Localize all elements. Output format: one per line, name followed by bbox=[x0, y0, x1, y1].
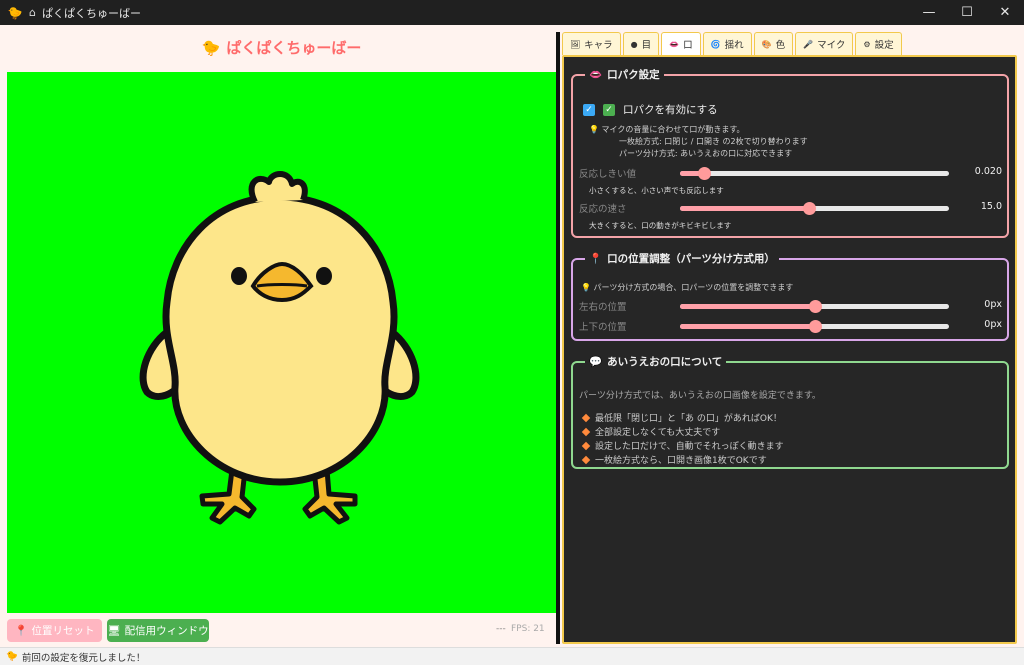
tab-sway[interactable]: 🌀 揺れ bbox=[702, 32, 752, 55]
status-bar: 🐤 前回の設定を復元しました！ bbox=[0, 647, 1024, 665]
stream-window-button[interactable]: 🖥 配信用ウィンドウ bbox=[107, 619, 209, 642]
speed-hint: 大きくすると、口の動きがキビキビします bbox=[589, 221, 732, 230]
gear-icon: ⚙ bbox=[863, 39, 871, 49]
check-icon: ✓ bbox=[603, 103, 615, 116]
speed-slider-fill bbox=[680, 206, 810, 211]
aiueo-group: 💬 あいうえおの口について パーツ分け方式では、あいうえおの口画像を設定できます。… bbox=[571, 354, 1009, 469]
horizontal-slider-fill bbox=[680, 304, 815, 309]
horizontal-position-value: 0px bbox=[984, 299, 1002, 310]
diamond-bullet-icon bbox=[581, 413, 591, 422]
mouth-settings-panel: 👄 口パク設定 ✓ ✓ 口パクを有効にする 💡 マイクの音量に合わせて口が動きます… bbox=[562, 55, 1017, 644]
window-title: ぱくぱくちゅーばー bbox=[41, 6, 141, 20]
picture-icon: 🖼 bbox=[570, 39, 581, 49]
window-icon: ⌂ bbox=[29, 6, 36, 19]
list-item: 最低限「閉じ口」と「あ の口」があればOK！ bbox=[581, 411, 784, 424]
lipsync-group-title: 👄 口パク設定 bbox=[585, 67, 664, 82]
enable-lipsync-label: 口パクを有効にする bbox=[623, 104, 718, 116]
mouth-position-group-title: 📍 口の位置調整（パーツ分け方式用） bbox=[585, 251, 779, 266]
threshold-value: 0.020 bbox=[974, 166, 1002, 177]
preview-panel: 🐤 ぱくぱくちゅーばー 📍 位置リセット 🖥 配信用ウィンドウ --- FPS:… bbox=[7, 25, 556, 645]
character-canvas[interactable] bbox=[7, 72, 556, 613]
reset-position-button[interactable]: 📍 位置リセット bbox=[7, 619, 102, 642]
list-item: 全部設定しなくても大丈夫です bbox=[581, 425, 784, 438]
lips-icon: 👄 bbox=[669, 39, 680, 49]
tab-mouth[interactable]: 👄 口 bbox=[661, 32, 701, 55]
diamond-bullet-icon bbox=[581, 455, 591, 464]
hair-tuft bbox=[248, 171, 308, 204]
pin-icon: 📍 bbox=[589, 253, 603, 265]
threshold-slider[interactable] bbox=[680, 167, 949, 180]
list-item: 設定した口だけで、自動でそれっぽく動きます bbox=[581, 439, 784, 452]
tab-settings[interactable]: ⚙ 設定 bbox=[855, 32, 902, 55]
fps-counter: FPS: 21 bbox=[511, 624, 545, 634]
mic-muted-indicator: --- bbox=[496, 624, 506, 634]
aiueo-intro: パーツ分け方式では、あいうえおの口画像を設定できます。 bbox=[579, 391, 821, 401]
app-title: 🐤 ぱくぱくちゅーばー bbox=[201, 39, 362, 57]
chick-app-icon: 🐤 bbox=[7, 5, 23, 20]
chick-character bbox=[139, 171, 420, 525]
lipsync-group: 👄 口パク設定 ✓ ✓ 口パクを有効にする 💡 マイクの音量に合わせて口が動きます… bbox=[571, 67, 1009, 238]
tab-mic[interactable]: 🎤 マイク bbox=[795, 32, 854, 55]
chick-icon: 🐤 bbox=[6, 651, 18, 662]
horizontal-position-label: 左右の位置 bbox=[579, 302, 627, 313]
speed-label: 反応の速さ bbox=[579, 204, 627, 215]
monitor-icon: 🖥 bbox=[107, 625, 121, 637]
horizontal-position-slider[interactable] bbox=[680, 300, 949, 313]
lightbulb-icon: 💡 bbox=[581, 283, 594, 292]
settings-tabs: 🖼 キャラ ● 目 👄 口 🌀 揺れ 🎨 色 🎤 マイク ⚙ 設定 bbox=[562, 32, 902, 55]
list-item: 一枚絵方式なら、口開き画像1枚でOKです bbox=[581, 453, 784, 466]
threshold-label: 反応しきい値 bbox=[579, 169, 637, 180]
chick-icon: 🐤 bbox=[201, 39, 221, 57]
vertical-position-label: 上下の位置 bbox=[579, 322, 627, 333]
speed-slider[interactable] bbox=[680, 202, 949, 215]
aiueo-group-title: 💬 あいうえおの口について bbox=[585, 354, 727, 369]
diamond-bullet-icon bbox=[581, 441, 591, 450]
eye-icon: ● bbox=[630, 39, 638, 49]
lipsync-hint: 💡 マイクの音量に合わせて口が動きます。 一枚絵方式: 口閉じ / 口開き の2… bbox=[589, 125, 808, 158]
beak-line bbox=[256, 283, 308, 288]
wave-icon: 🌀 bbox=[710, 39, 721, 49]
pin-icon: 📍 bbox=[14, 625, 28, 637]
threshold-slider-handle[interactable] bbox=[698, 167, 712, 180]
diamond-bullet-icon bbox=[581, 427, 591, 436]
lightbulb-icon: 💡 bbox=[589, 125, 602, 134]
horizontal-slider-handle[interactable] bbox=[808, 300, 822, 313]
speech-bubble-icon: 💬 bbox=[589, 356, 603, 368]
mouth-position-group: 📍 口の位置調整（パーツ分け方式用） 💡 パーツ分け方式の場合、口パーツの位置を調… bbox=[571, 251, 1009, 341]
tab-character[interactable]: 🖼 キャラ bbox=[562, 32, 621, 55]
vertical-position-slider[interactable] bbox=[680, 320, 949, 333]
palette-icon: 🎨 bbox=[761, 39, 772, 49]
right-eye bbox=[316, 267, 332, 285]
vertical-slider-handle[interactable] bbox=[808, 320, 822, 333]
panel-divider[interactable] bbox=[556, 32, 560, 644]
vertical-position-value: 0px bbox=[984, 319, 1002, 330]
speed-value: 15.0 bbox=[980, 201, 1002, 212]
mic-icon: 🎤 bbox=[803, 39, 814, 49]
threshold-hint: 小さくすると、小さい声でも反応します bbox=[589, 186, 724, 195]
vertical-slider-fill bbox=[680, 324, 815, 329]
close-button[interactable]: ✕ bbox=[986, 0, 1024, 25]
minimize-button[interactable]: — bbox=[910, 0, 948, 25]
lips-icon: 👄 bbox=[589, 69, 603, 81]
left-eye bbox=[231, 267, 247, 285]
speed-slider-handle[interactable] bbox=[803, 202, 817, 215]
title-bar: 🐤 ⌂ ぱくぱくちゅーばー — ☐ ✕ bbox=[0, 0, 1024, 25]
enable-lipsync-checkbox[interactable]: ✓ bbox=[583, 103, 595, 116]
maximize-button[interactable]: ☐ bbox=[948, 0, 986, 25]
tab-color[interactable]: 🎨 色 bbox=[753, 32, 794, 55]
chick-body bbox=[162, 193, 398, 486]
mouth-position-hint: 💡 パーツ分け方式の場合、口パーツの位置を調整できます bbox=[581, 283, 794, 292]
tab-eyes[interactable]: ● 目 bbox=[622, 32, 660, 55]
